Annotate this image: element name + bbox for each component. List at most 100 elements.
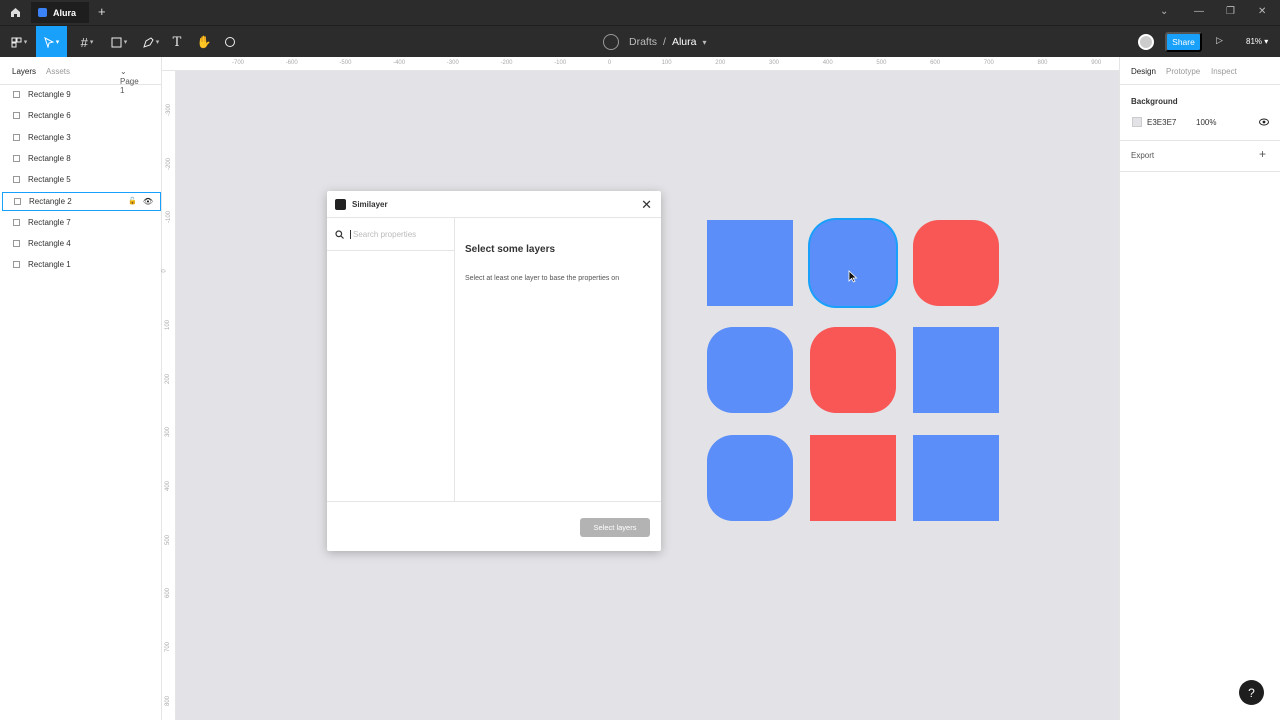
file-tab-label: Alura — [53, 7, 77, 18]
layer-row[interactable]: Rectangle 6 — [2, 106, 161, 125]
ruler-tick-label: 200 — [165, 373, 172, 384]
layer-row[interactable]: Rectangle 7 — [2, 213, 161, 232]
zoom-dropdown[interactable]: 81% ▾ — [1246, 37, 1268, 46]
rounded-rectangle-shape[interactable] — [707, 327, 793, 413]
ruler-tick-label: -200 — [166, 157, 173, 170]
new-tab-button[interactable]: + — [98, 4, 106, 19]
eye-icon[interactable] — [1259, 118, 1269, 126]
rectangle-layer-icon — [13, 133, 20, 141]
layer-row[interactable]: Rectangle 1 — [2, 255, 161, 274]
ruler-tick-label: 800 — [165, 695, 172, 706]
layer-row[interactable]: Rectangle 9 — [2, 85, 161, 104]
tab-prototype[interactable]: Prototype — [1166, 67, 1200, 76]
layer-label: Rectangle 7 — [28, 217, 71, 227]
layer-row[interactable]: Rectangle 2 🔓 👁 — [2, 191, 161, 211]
move-tool-button[interactable]: ▾ — [36, 26, 67, 58]
search-input[interactable] — [350, 229, 450, 239]
main-menu-button[interactable]: ▾ — [6, 26, 32, 58]
ruler-tick-label: 0 — [607, 60, 612, 66]
home-icon[interactable] — [0, 0, 30, 25]
plugin-footer: Select layers — [327, 501, 661, 551]
rectangle-shape[interactable] — [913, 327, 999, 413]
rounded-rectangle-shape[interactable] — [810, 327, 896, 413]
layer-row[interactable]: Rectangle 5 — [2, 170, 161, 189]
rectangle-shape[interactable] — [913, 435, 999, 521]
ruler-tick-label: -600 — [285, 60, 298, 66]
cursor-arrow-icon — [43, 36, 54, 48]
divider — [1120, 171, 1280, 172]
layer-label: Rectangle 3 — [28, 132, 71, 142]
text-tool-button[interactable]: T — [168, 26, 186, 58]
pen-tool-button[interactable]: ▾ — [138, 26, 164, 58]
background-hex-value[interactable]: E3E3E7 — [1147, 118, 1176, 127]
comment-tool-button[interactable] — [220, 26, 240, 58]
layer-row[interactable]: Rectangle 3 — [2, 128, 161, 147]
mouse-cursor-icon — [848, 270, 858, 283]
hand-tool-button[interactable]: ✋ — [194, 26, 214, 58]
minimize-icon[interactable]: — — [1194, 6, 1204, 17]
frame-tool-button[interactable]: # ▾ — [74, 26, 100, 58]
ruler-tick-label: -100 — [166, 211, 173, 224]
select-layers-button[interactable]: Select layers — [580, 518, 650, 537]
background-color-swatch[interactable] — [1132, 117, 1142, 127]
rectangle-shape[interactable] — [707, 220, 793, 306]
rectangle-layer-icon — [13, 112, 20, 120]
figma-file-icon — [38, 8, 47, 17]
tab-design[interactable]: Design — [1131, 67, 1156, 76]
rectangle-layer-icon — [13, 154, 20, 162]
close-window-icon[interactable]: ✕ — [1258, 6, 1266, 17]
breadcrumb-file-name[interactable]: Alura — [672, 36, 697, 48]
tab-inspect[interactable]: Inspect — [1211, 67, 1237, 76]
zoom-level: 81% — [1246, 37, 1263, 46]
rectangle-icon — [111, 37, 122, 47]
tab-layers[interactable]: Layers — [12, 67, 36, 76]
hand-icon: ✋ — [196, 35, 212, 49]
rectangle-layer-icon — [13, 218, 20, 226]
ruler-tick-label: 500 — [165, 534, 172, 545]
layers-panel: Layers Assets Page 1 ⌄ Rectangle 9 Rectan… — [0, 57, 162, 720]
comment-icon — [225, 37, 235, 47]
add-export-button[interactable]: + — [1259, 147, 1266, 161]
rounded-rectangle-shape[interactable] — [913, 220, 999, 306]
ruler-tick-label: -300 — [166, 103, 173, 117]
page-selector[interactable]: Page 1 ⌄ — [120, 67, 139, 95]
present-play-icon[interactable]: ▷ — [1216, 35, 1223, 46]
restore-icon[interactable]: ❐ — [1226, 6, 1235, 17]
search-bar — [327, 218, 454, 251]
shape-tool-button[interactable]: ▾ — [106, 26, 132, 58]
ruler-tick-label: -400 — [393, 60, 406, 66]
rounded-rectangle-shape[interactable] — [810, 220, 896, 306]
export-section-title: Export — [1131, 151, 1155, 160]
layer-label: Rectangle 5 — [28, 175, 71, 185]
ruler-tick-label: 200 — [715, 60, 726, 66]
share-button[interactable]: Share — [1165, 32, 1202, 52]
layer-row[interactable]: Rectangle 4 — [2, 234, 161, 253]
ruler-tick-label: 900 — [1091, 60, 1102, 66]
layer-label: Rectangle 2 — [29, 196, 72, 206]
rectangle-layer-icon — [13, 91, 20, 98]
help-button[interactable]: ? — [1239, 680, 1264, 705]
chevron-down-icon[interactable]: ▾ — [702, 38, 706, 47]
ruler-tick-label: -500 — [339, 60, 352, 66]
layer-label: Rectangle 6 — [28, 111, 71, 121]
file-tab[interactable]: Alura — [31, 2, 89, 23]
breadcrumb: Drafts / Alura ▾ — [603, 34, 706, 50]
breadcrumb-drafts[interactable]: Drafts — [629, 36, 657, 48]
rectangle-layer-icon — [13, 261, 20, 269]
tab-assets[interactable]: Assets — [46, 67, 70, 76]
pen-icon — [142, 36, 154, 48]
eye-icon[interactable]: 👁 — [143, 197, 153, 206]
layer-label: Rectangle 1 — [28, 260, 71, 270]
ruler-tick-label: 300 — [165, 427, 172, 438]
chevron-down-icon[interactable]: ⌄ — [1160, 6, 1168, 17]
close-icon[interactable]: ✕ — [641, 197, 652, 213]
avatar[interactable] — [1138, 34, 1154, 50]
background-opacity-value[interactable]: 100% — [1196, 118, 1216, 127]
unlock-icon[interactable]: 🔓 — [128, 197, 137, 206]
rectangle-shape[interactable] — [810, 435, 896, 521]
layer-label: Rectangle 8 — [28, 153, 71, 163]
rounded-rectangle-shape[interactable] — [707, 435, 793, 521]
background-section-title: Background — [1131, 97, 1178, 106]
layer-row[interactable]: Rectangle 8 — [2, 149, 161, 168]
ruler-tick-label: 0 — [161, 269, 168, 273]
